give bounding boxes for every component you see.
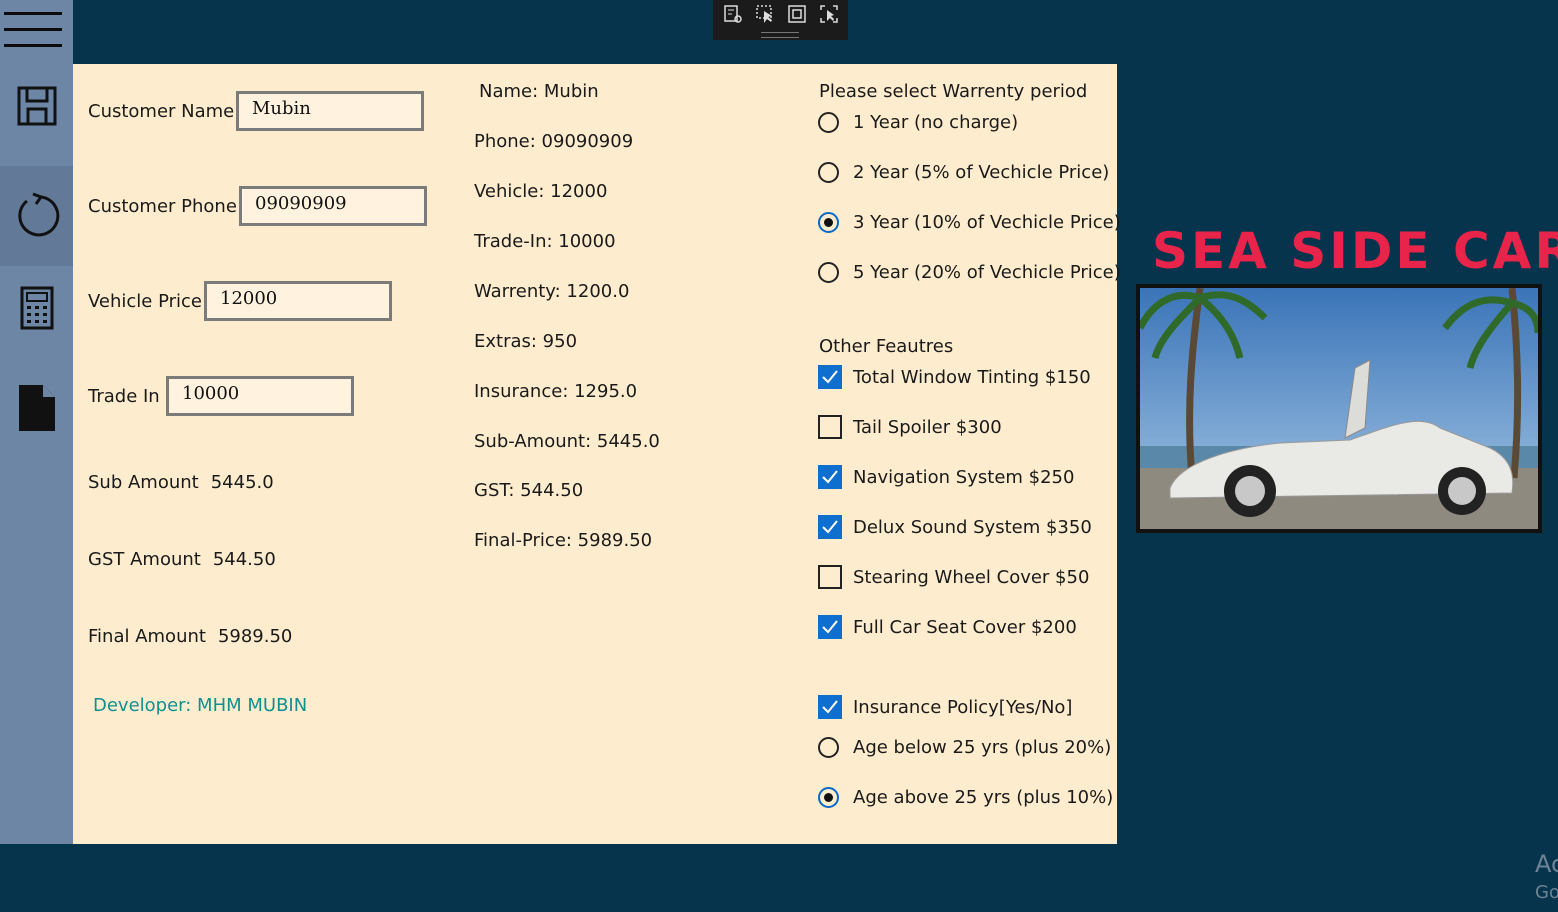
checkbox-checked[interactable] <box>818 465 842 489</box>
car-image <box>1136 287 1542 529</box>
refresh-icon <box>17 192 59 237</box>
radio-button[interactable] <box>818 162 839 183</box>
insurance-policy-checkbox[interactable]: Insurance Policy[Yes/No] <box>818 695 1072 719</box>
insurance-age-below-25[interactable]: Age below 25 yrs (plus 20%) <box>818 737 1111 758</box>
feature-sound-system[interactable]: Delux Sound System $350 <box>818 515 1092 539</box>
feature-label: Navigation System $250 <box>853 466 1075 488</box>
feature-tail-spoiler[interactable]: Tail Spoiler $300 <box>818 415 1002 439</box>
checkmark-icon <box>822 470 838 484</box>
feature-label: Delux Sound System $350 <box>853 516 1092 538</box>
calculator-icon <box>20 286 53 330</box>
radio-button[interactable] <box>818 737 839 758</box>
checkbox-checked[interactable] <box>818 515 842 539</box>
customer-name-input[interactable]: Mubin <box>236 91 424 131</box>
checkbox-checked[interactable] <box>818 695 842 719</box>
warranty-option-5-year[interactable]: 5 Year (20% of Vechicle Price) <box>818 262 1121 283</box>
brand-title: SEA SIDE CAR <box>1152 222 1558 280</box>
main-panel: Customer Name Mubin Customer Phone 09090… <box>73 64 1121 844</box>
feature-steering-wheel-cover[interactable]: Stearing Wheel Cover $50 <box>818 565 1089 589</box>
receipt-trade-in: Trade-In: 10000 <box>474 231 616 252</box>
checkmark-icon <box>822 520 838 534</box>
insurance-option-label: Age below 25 yrs (plus 20%) <box>853 737 1112 758</box>
warranty-option-label: 1 Year (no charge) <box>853 112 1019 133</box>
refresh-button[interactable] <box>0 166 73 266</box>
customer-phone-label: Customer Phone <box>88 196 237 217</box>
gst-amount-value: 544.50 <box>212 549 276 570</box>
radio-button[interactable] <box>818 112 839 133</box>
nav-rail <box>0 0 73 844</box>
checkbox[interactable] <box>818 565 842 589</box>
feature-label: Full Car Seat Cover $200 <box>853 616 1077 638</box>
calculate-button[interactable] <box>0 258 73 358</box>
warranty-option-2-year[interactable]: 2 Year (5% of Vechicle Price) <box>818 162 1109 183</box>
feature-navigation-system[interactable]: Navigation System $250 <box>818 465 1074 489</box>
insurance-age-above-25[interactable]: Age above 25 yrs (plus 10%) <box>818 787 1113 808</box>
warranty-option-label: 3 Year (10% of Vechicle Price) <box>853 212 1121 233</box>
receipt-vehicle: Vehicle: 12000 <box>474 181 608 202</box>
developer-credit: Developer: MHM MUBIN <box>93 695 308 716</box>
document-button[interactable] <box>0 358 73 458</box>
feature-label: Tail Spoiler $300 <box>853 416 1002 438</box>
gst-amount-row: GST Amount 544.50 <box>88 549 276 570</box>
customer-phone-input[interactable]: 09090909 <box>239 186 427 226</box>
receipt-warranty: Warrenty: 1200.0 <box>474 281 630 302</box>
warranty-option-label: 5 Year (20% of Vechicle Price) <box>853 262 1121 283</box>
final-amount-value: 5989.50 <box>217 626 293 647</box>
checkbox-checked[interactable] <box>818 365 842 389</box>
sub-amount-label: Sub Amount <box>88 472 199 493</box>
receipt-insurance: Insurance: 1295.0 <box>474 381 638 402</box>
checkmark-icon <box>822 700 838 714</box>
checkmark-icon <box>822 370 838 384</box>
save-icon <box>17 86 56 126</box>
receipt-extras: Extras: 950 <box>474 331 578 352</box>
receipt-phone: Phone: 09090909 <box>474 131 634 152</box>
checkbox-checked[interactable] <box>818 615 842 639</box>
save-button[interactable] <box>0 56 73 156</box>
activation-watermark-line1: Ac <box>1535 850 1558 878</box>
feature-window-tinting[interactable]: Total Window Tinting $150 <box>818 365 1091 389</box>
visual-tree-icon[interactable] <box>721 2 745 26</box>
sub-amount-value: 5445.0 <box>210 472 274 493</box>
debug-toolbar <box>713 0 848 40</box>
sub-amount-row: Sub Amount 5445.0 <box>88 472 274 493</box>
toolbar-grip[interactable] <box>761 32 799 38</box>
feature-label: Total Window Tinting $150 <box>853 366 1091 388</box>
select-element-icon[interactable] <box>753 2 777 26</box>
radio-button-selected[interactable] <box>818 787 839 808</box>
radio-button[interactable] <box>818 262 839 283</box>
final-amount-row: Final Amount 5989.50 <box>88 626 292 647</box>
insurance-label: Insurance Policy[Yes/No] <box>853 696 1073 718</box>
activation-watermark-line2: Go <box>1535 882 1558 903</box>
warranty-option-1-year[interactable]: 1 Year (no charge) <box>818 112 1018 133</box>
gst-amount-label: GST Amount <box>88 549 201 570</box>
receipt-sub-amount: Sub-Amount: 5445.0 <box>474 431 660 452</box>
vehicle-price-input[interactable]: 12000 <box>204 281 392 321</box>
trade-in-input[interactable]: 10000 <box>166 376 354 416</box>
layout-adorner-icon[interactable] <box>785 2 809 26</box>
checkbox[interactable] <box>818 415 842 439</box>
receipt-name: Name: Mubin <box>479 81 599 102</box>
radio-button-selected[interactable] <box>818 212 839 233</box>
vehicle-price-label: Vehicle Price <box>88 291 203 312</box>
document-icon <box>18 385 55 431</box>
trade-in-label: Trade In <box>88 386 160 407</box>
customer-name-label: Customer Name <box>88 101 235 122</box>
hamburger-icon[interactable] <box>4 12 62 50</box>
warranty-option-3-year[interactable]: 3 Year (10% of Vechicle Price) <box>818 212 1121 233</box>
warranty-title: Please select Warrenty period <box>819 81 1088 102</box>
features-title: Other Feautres <box>819 336 954 357</box>
insurance-option-label: Age above 25 yrs (plus 10%) <box>853 787 1114 808</box>
warranty-option-label: 2 Year (5% of Vechicle Price) <box>853 162 1110 183</box>
track-focus-icon[interactable] <box>817 2 841 26</box>
car-photo <box>1136 284 1542 533</box>
feature-seat-cover[interactable]: Full Car Seat Cover $200 <box>818 615 1077 639</box>
receipt-gst: GST: 544.50 <box>474 480 584 501</box>
receipt-final-price: Final-Price: 5989.50 <box>474 530 653 551</box>
final-amount-label: Final Amount <box>88 626 206 647</box>
feature-label: Stearing Wheel Cover $50 <box>853 566 1090 588</box>
checkmark-icon <box>822 620 838 634</box>
